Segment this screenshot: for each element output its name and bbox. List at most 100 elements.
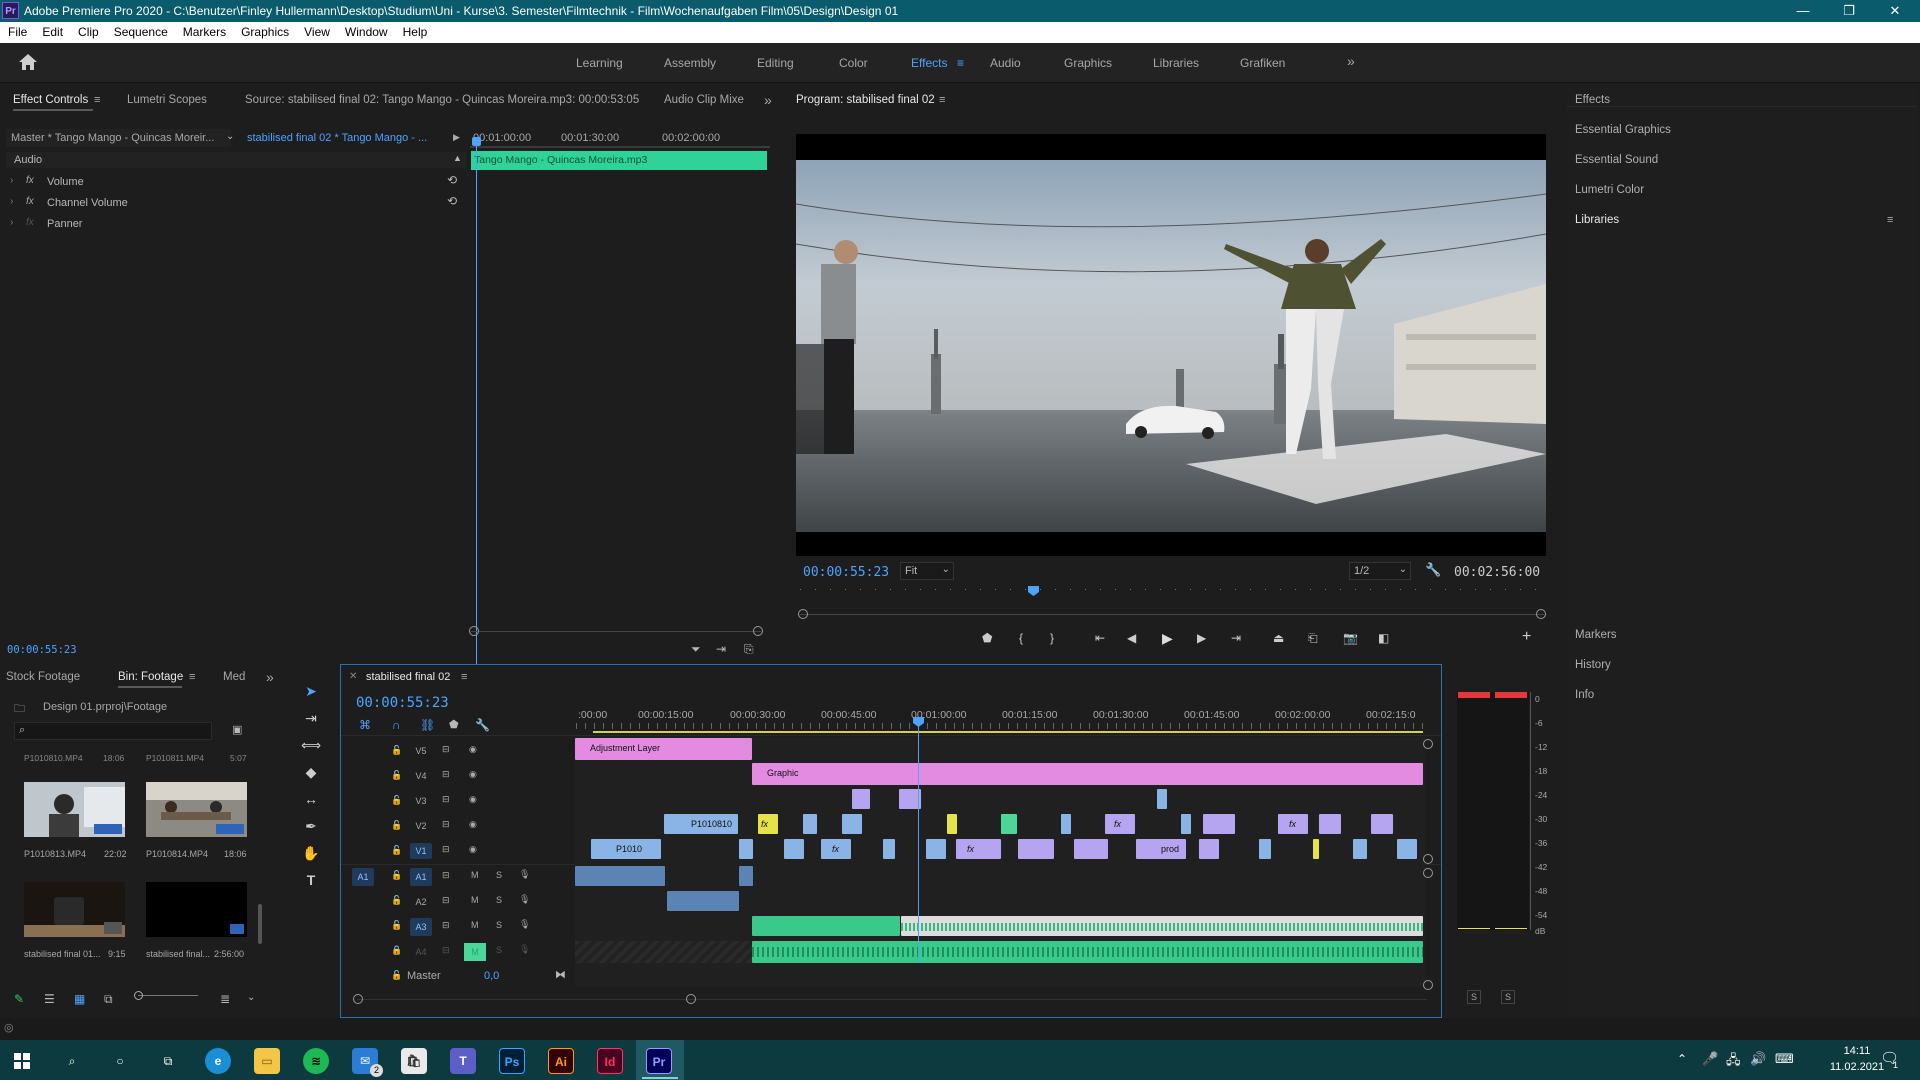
microphone-icon[interactable]: 🎤	[1702, 1051, 1718, 1067]
file-explorer-icon[interactable]: ▭	[254, 1048, 280, 1074]
export-frame-icon[interactable]: ⇥	[716, 642, 726, 656]
menu-graphics[interactable]: Graphics	[233, 22, 296, 39]
menu-clip[interactable]: Clip	[70, 22, 106, 39]
panel-markers[interactable]: Markers	[1575, 629, 1617, 641]
solo-a4[interactable]: S	[496, 945, 502, 955]
program-playhead[interactable]	[1028, 586, 1039, 596]
mark-out-icon[interactable]: }	[1050, 631, 1054, 645]
tab-bin-footage[interactable]: Bin: Footage	[118, 671, 183, 683]
snap-icon[interactable]: ∩	[392, 718, 401, 732]
clip-v2[interactable]	[842, 814, 862, 834]
clip-v2-yellow[interactable]	[947, 814, 957, 834]
mark-in-icon[interactable]: {	[1019, 631, 1023, 645]
selection-tool-icon[interactable]: ➤	[300, 680, 322, 702]
solo-a2[interactable]: S	[496, 895, 502, 905]
track-label-a2[interactable]: A2	[410, 893, 432, 911]
effect-volume[interactable]: Volume	[47, 176, 84, 188]
timeline-settings-wrench-icon[interactable]: 🔧	[475, 718, 490, 732]
clip-v3[interactable]	[852, 789, 870, 809]
audio-clip-a1[interactable]	[739, 866, 753, 886]
sequence-tab[interactable]: stabilised final 02	[366, 671, 450, 683]
comparison-view-icon[interactable]: ◧	[1378, 631, 1389, 645]
close-sequence-icon[interactable]: ✕	[349, 671, 357, 682]
workspace-libraries[interactable]: Libraries	[1153, 56, 1199, 70]
illustrator-icon[interactable]: Ai	[548, 1048, 574, 1074]
workspace-audio[interactable]: Audio	[990, 56, 1021, 70]
eye-icon[interactable]: ◉	[469, 844, 477, 855]
zoom-handle-right[interactable]	[1536, 609, 1546, 619]
workspace-effects[interactable]: Effects	[911, 56, 947, 70]
lock-icon[interactable]: 🔓	[391, 895, 402, 906]
microphone-icon[interactable]: 🎙	[519, 894, 530, 905]
clip-v1[interactable]	[784, 839, 804, 859]
workspace-editing[interactable]: Editing	[757, 56, 794, 70]
clip-fx[interactable]: fx	[758, 814, 778, 834]
workspace-color[interactable]: Color	[839, 56, 868, 70]
task-view-icon[interactable]: ⧉	[155, 1048, 181, 1074]
step-back-icon[interactable]: ◀	[1127, 631, 1136, 645]
clip-v1[interactable]	[883, 839, 895, 859]
eye-icon[interactable]: ◉	[469, 769, 477, 780]
clip-p1010[interactable]: P1010	[591, 839, 661, 859]
slip-tool-icon[interactable]: ↔	[300, 788, 322, 810]
zoom-scrollbar[interactable]	[471, 631, 761, 632]
panel-effects[interactable]: Effects	[1575, 94, 1610, 106]
clip-graphic[interactable]: Graphic	[752, 763, 1423, 785]
lock-icon[interactable]: 🔒	[391, 945, 402, 956]
meter-solo-right[interactable]: S	[1501, 990, 1515, 1004]
chevron-down-icon[interactable]: ⌄	[247, 992, 255, 1003]
microphone-icon[interactable]: 🎙	[519, 944, 530, 955]
step-forward-icon[interactable]: ▶	[1197, 631, 1206, 645]
icon-view-icon[interactable]: ▦	[74, 992, 85, 1006]
keyboard-icon[interactable]: ⌨	[1775, 1051, 1794, 1067]
lock-icon[interactable]: 🔓	[391, 770, 402, 781]
timeline-timecode[interactable]: 00:00:55:23	[356, 695, 449, 711]
clip-v1[interactable]	[926, 839, 946, 859]
project-search-input[interactable]: ⌕	[14, 722, 212, 740]
add-marker-icon[interactable]: ⬟	[449, 718, 459, 731]
workspace-overflow-icon[interactable]: »	[1347, 53, 1355, 69]
master-end-icon[interactable]: ⧓	[555, 968, 566, 981]
sync-lock-icon[interactable]: ⊟	[442, 744, 450, 755]
clip-v2[interactable]	[1181, 814, 1191, 834]
scroll-handle-left[interactable]	[469, 626, 479, 636]
pencil-icon[interactable]: ✎	[14, 992, 24, 1006]
thumbnail-stabilised-final-01[interactable]	[24, 882, 125, 937]
reset-icon[interactable]: ⟲	[447, 173, 457, 187]
clip-v3[interactable]	[1157, 789, 1167, 809]
master-clip-selector[interactable]: Master * Tango Mango - Quincas Moreir...…	[6, 129, 234, 147]
expand-chevron-icon[interactable]: ›	[10, 217, 13, 228]
pen-tool-icon[interactable]: ✒	[300, 815, 322, 837]
track-label-a4[interactable]: A4	[410, 943, 432, 961]
track-label-v4[interactable]: V4	[410, 768, 432, 784]
sync-lock-icon[interactable]: ⊟	[442, 870, 450, 881]
panel-essential-sound[interactable]: Essential Sound	[1575, 154, 1658, 166]
track-label-a1[interactable]: A1	[410, 868, 432, 886]
sync-lock-icon[interactable]: ⊟	[442, 794, 450, 805]
hand-tool-icon[interactable]: ✋	[300, 842, 322, 864]
horizontal-scrollbar[interactable]	[357, 999, 1427, 1000]
track-label-a3[interactable]: A3	[410, 918, 432, 936]
solo-a1[interactable]: S	[496, 870, 502, 880]
lock-icon[interactable]: 🔓	[391, 970, 402, 981]
menu-window[interactable]: Window	[337, 22, 395, 39]
panel-menu-icon[interactable]: ≡	[94, 94, 100, 106]
tab-audio-clip-mixer[interactable]: Audio Clip Mixe	[664, 94, 744, 106]
extract-icon[interactable]: ⎗	[1308, 631, 1318, 646]
audio-clip-a3-1[interactable]	[752, 916, 900, 936]
panel-lumetri-color[interactable]: Lumetri Color	[1575, 184, 1644, 196]
clip-v2[interactable]	[1061, 814, 1071, 834]
clip-v1-yellow[interactable]	[1313, 839, 1319, 859]
edge-icon[interactable]: e	[205, 1048, 231, 1074]
freeform-view-icon[interactable]: ⧉	[104, 992, 113, 1007]
playhead-handle[interactable]	[472, 137, 481, 146]
linked-selection-icon[interactable]: ⛓	[420, 718, 435, 732]
teams-icon[interactable]: T	[450, 1048, 476, 1074]
workspace-menu-icon[interactable]: ≡	[957, 56, 964, 70]
effect-channel-volume[interactable]: Channel Volume	[47, 197, 128, 209]
add-marker-icon[interactable]: ⬟	[982, 631, 992, 645]
program-timecode[interactable]: 00:00:55:23	[803, 565, 889, 580]
tab-lumetri-scopes[interactable]: Lumetri Scopes	[127, 94, 207, 106]
microphone-icon[interactable]: 🎙	[519, 869, 530, 880]
track-label-v3[interactable]: V3	[410, 793, 432, 809]
